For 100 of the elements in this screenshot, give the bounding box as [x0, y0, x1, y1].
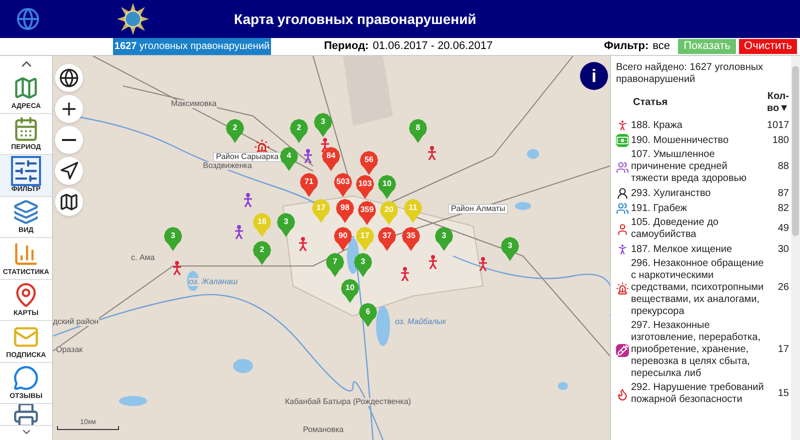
person-icon [298, 237, 308, 251]
globe-button[interactable] [55, 64, 83, 92]
article-name[interactable]: 293. Хулиганство [631, 188, 767, 200]
map-marker[interactable]: 103 [356, 175, 374, 199]
map-marker[interactable]: 3 [314, 113, 332, 137]
info-button[interactable]: i [580, 62, 608, 90]
person-icon [320, 138, 330, 152]
map-marker[interactable]: 3 [501, 237, 519, 261]
map-label: Район Сарыарка [213, 152, 282, 162]
map-label: дский район [53, 318, 99, 326]
globe-icon [59, 68, 79, 88]
article-count: 82 [776, 202, 789, 214]
article-count: 26 [776, 282, 789, 294]
map-icon [59, 192, 79, 212]
map-label: с. Ама [131, 254, 155, 262]
banknote-icon [616, 134, 629, 147]
map-marker[interactable]: 71 [300, 173, 318, 197]
map-marker[interactable]: 8 [409, 119, 427, 143]
lake [233, 359, 253, 373]
article-name[interactable]: 191. Грабеж [631, 202, 767, 214]
person-icon [616, 243, 629, 256]
person-icon [428, 255, 438, 269]
bar-chart-icon [13, 240, 39, 267]
article-name[interactable]: 187. Мелкое хищение [631, 244, 767, 256]
map-label: оз. Жаланаш [189, 278, 238, 286]
navigation-arrow-icon [59, 161, 79, 181]
person-icon [616, 119, 629, 132]
map-marker[interactable]: 2 [290, 119, 308, 143]
syringe-icon [616, 344, 629, 356]
map-marker[interactable]: 2 [226, 119, 244, 143]
article-count: 1017 [767, 120, 789, 132]
article-name[interactable]: 105. Доведение до самоубийства [631, 217, 767, 241]
article-name[interactable]: 190. Мошенничество [631, 134, 767, 146]
article-name[interactable]: 107. Умышленное причинение средней тяжести вреда здоровью [631, 149, 767, 185]
article-name[interactable]: 297. Незаконные изготовление, переработка, приобретение, хранение, перевозка в целях сбыта, пересылка либ [631, 320, 767, 380]
siren-icon [254, 139, 270, 155]
article-name[interactable]: 292. Нарушение требований пожарной безопасности [631, 382, 767, 406]
layers-icon [13, 199, 39, 226]
article-count: 30 [776, 244, 789, 256]
map-marker[interactable]: 3 [164, 227, 182, 251]
person-icon [400, 267, 410, 281]
summary-text: Всего найдено: 1627 уголовных правонарушений [616, 62, 764, 86]
map-label: Кабанбай Батыра (Рождественка) [285, 398, 411, 406]
person-icon [427, 146, 437, 160]
lake [527, 149, 539, 159]
filter-value: все [652, 39, 670, 54]
person-icon [243, 193, 253, 207]
article-count: 49 [776, 223, 789, 235]
calendar-icon [13, 116, 39, 142]
siren-icon [616, 282, 629, 294]
map-marker[interactable]: 4 [280, 147, 298, 171]
emblem-icon [117, 3, 149, 35]
article-name[interactable]: 188. Кража [631, 120, 767, 132]
lake [376, 306, 390, 346]
map-marker[interactable]: 2 [253, 241, 271, 265]
lake [558, 382, 568, 390]
map-marker[interactable]: 10 [378, 175, 396, 199]
map-label: оз. Майбалык [395, 318, 446, 326]
people-icon [616, 202, 629, 215]
show-button[interactable]: Показать [678, 39, 736, 54]
map-label: Район Алматы [448, 204, 508, 214]
article-count: 180 [771, 134, 789, 146]
person-icon [172, 261, 182, 275]
clear-button[interactable]: Очистить [739, 39, 797, 54]
column-header: Кол-во▼ [766, 91, 789, 115]
zoom-in-button[interactable] [55, 95, 83, 123]
map-marker[interactable]: 84 [322, 147, 340, 171]
sliders-icon [13, 158, 39, 184]
filter-label: Фильтр: [604, 39, 649, 54]
person-icon [478, 257, 488, 271]
period-label: Период: [324, 39, 369, 54]
map-marker[interactable]: 56 [360, 151, 378, 175]
crime-count-banner: 1627 уголовных правонарушений [113, 38, 271, 55]
map-marker[interactable]: 503 [334, 173, 352, 197]
locate-button[interactable] [55, 157, 83, 185]
flame-icon [616, 388, 629, 400]
map-layers-button[interactable] [55, 188, 83, 216]
map-label: Романовка [303, 426, 344, 434]
article-count: 88 [776, 161, 789, 173]
sidebar-item[interactable] [0, 404, 52, 426]
person-icon [303, 149, 313, 163]
article-count: 87 [776, 188, 789, 200]
chat-bubble-icon [13, 365, 39, 392]
map-icon [13, 74, 39, 101]
period-value: 01.06.2017 - 20.06.2017 [372, 39, 493, 54]
article-count: 17 [776, 344, 789, 356]
map-label: Оразак [56, 346, 83, 354]
article-count: 15 [776, 388, 789, 400]
article-name[interactable]: 296. Незаконное обращение с наркотическими средствами, психотропными веществами, их аналогами, прекурсора [631, 258, 767, 318]
column-header: Статья [633, 97, 669, 109]
printer-icon [13, 404, 39, 425]
minus-icon [62, 139, 76, 141]
lake [515, 202, 531, 210]
people-icon [616, 160, 629, 174]
scale-bar [57, 426, 119, 430]
scrollbar[interactable] [791, 56, 800, 440]
person-icon [616, 187, 629, 200]
person-icon [616, 222, 629, 236]
zoom-out-button[interactable] [55, 126, 83, 154]
person-icon [234, 225, 244, 239]
